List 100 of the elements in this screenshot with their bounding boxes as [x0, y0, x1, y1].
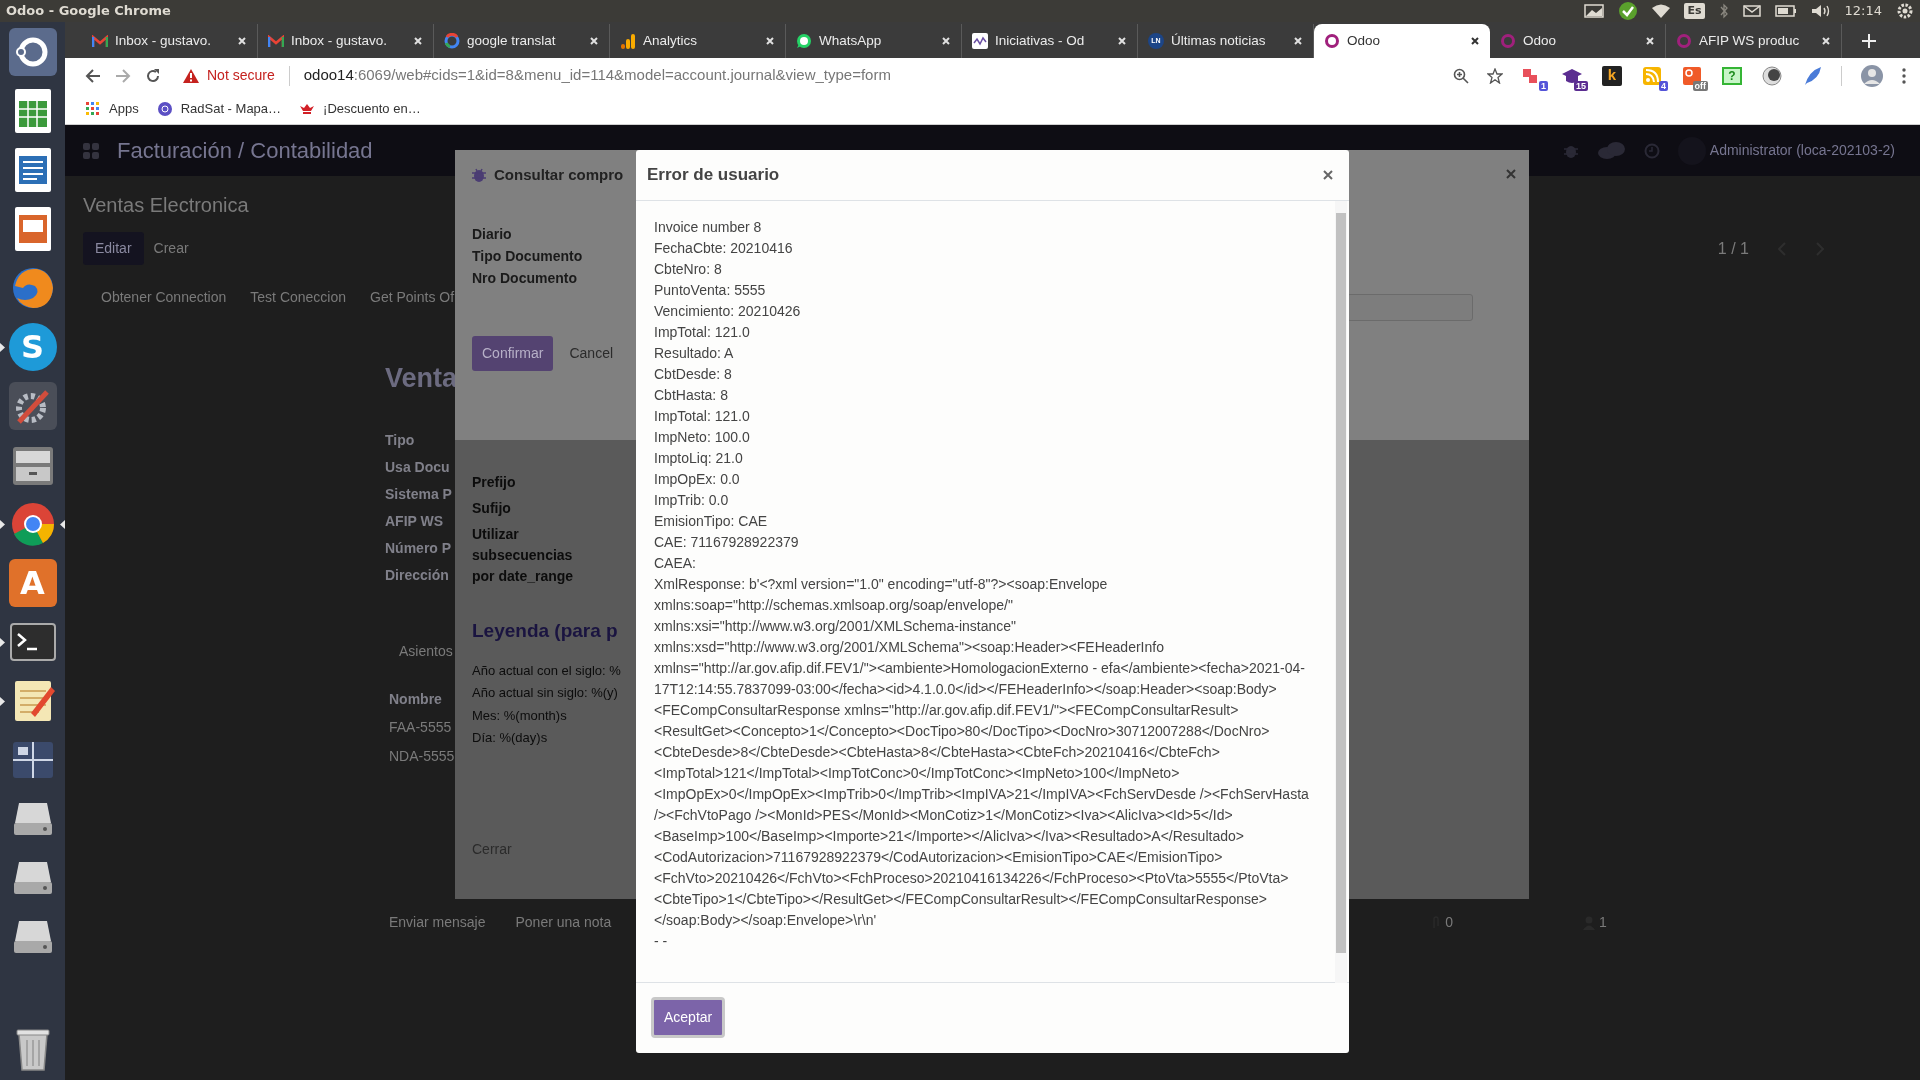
action-button[interactable]: Test Coneccion — [240, 281, 357, 314]
app-logo[interactable]: A — [8, 559, 57, 607]
bookmark-link[interactable]: RadSat - Mapa… — [180, 98, 282, 119]
back-icon[interactable] — [85, 67, 101, 84]
envelope-icon — [268, 35, 284, 47]
message-line: ImpNeto: 100.0 — [654, 428, 751, 447]
window-title: Odoo - Google Chrome — [6, 2, 171, 21]
message-line: CbtHasta: 8 — [654, 386, 729, 405]
bookmark-link[interactable]: ¡Descuento en… — [323, 98, 421, 119]
circle-logo-icon[interactable] — [8, 28, 57, 76]
tab-title: Odoo — [1523, 31, 1558, 50]
close-icon[interactable] — [1322, 169, 1334, 181]
bluetooth-icon[interactable] — [1718, 3, 1729, 19]
app-title[interactable]: Facturación / Contabilidad — [117, 134, 373, 167]
chat-bubble-icon — [796, 33, 812, 49]
bar-chart-icon — [620, 33, 636, 49]
tab-title: google translat — [467, 31, 557, 50]
wifi-icon[interactable] — [1652, 4, 1671, 18]
url-field[interactable]: odoo14:6069/web#cids=1&id=8&menu_id=114&model=account.journal&view_type=form — [303, 64, 891, 87]
log-note-link[interactable]: Poner una nota — [515, 912, 612, 933]
field-label: Utilizar subsecuencias por date_range — [472, 525, 575, 586]
ring-icon — [1324, 33, 1340, 49]
field-label: Dirección — [385, 565, 449, 585]
accept-button[interactable]: Aceptar — [651, 997, 726, 1038]
message-line: PuntoVenta: 5555 — [654, 281, 767, 300]
extension-logo[interactable]: k — [1602, 65, 1622, 86]
message-line: Vencimiento: 20210426 — [654, 302, 802, 321]
create-button[interactable]: Crear — [143, 232, 199, 265]
follower-count[interactable]: 1 — [1599, 912, 1607, 933]
mail-icon[interactable] — [1742, 5, 1761, 17]
gear-icon[interactable] — [1896, 2, 1914, 20]
message-paragraph: XmlResponse: b'<?xml version="1.0" encoding="utf-8"?><soap:Envelope xmlns:soap="http://schemas.xmlsoap.org/soap/envelope/" xmlns:xsi="http://www.w3.org/2001/XMLSchema-instance" xmlns:xsd="http://www.w3.org/2001/XMLSchema"><soap:Header><FEHeaderInfo xmlns="http://ar.gov.afip.dif.FEV1/"><ambiente>HomologacionExterno - efa</ambiente><fecha>2021-04-17T12:14:55.7837099-03:00</fecha><id>4.1.0.0</id></FEHeaderInfo></soap:Header><soap:Body><FECompConsultarResponse xmlns="http://ar.gov.afip.dif.FEV1/"><FECompConsultarResult><ResultGet><Concepto>1</Concepto><DocTipo>80</DocTipo><DocNro>30712007288</DocNro><CbteDesde>8</CbteDesde><CbteHasta>8</CbteHasta><CbteFch>20210416</CbteFch><ImpTotal>121</ImpTotal><ImpTotConc>0</ImpTotConc><ImpNeto>100</ImpNeto><ImpOpEx>0</ImpOpEx><ImpTrib>0</ImpTrib><ImpIVA>21</ImpIVA><FchServDesde /><FchServHasta /><FchVtoPago /><MonId>PES</MonId><MonCotiz>1</MonCotiz><Iva><AlicIva><Id>5</Id><BaseImp>100</BaseImp><Importe>21</Importe></AlicIva></Iva><Resultado>A</Resultado><CodAutorizacion>71167928922379</CodAutorizacion><EmisionTipo>CAE</EmisionTipo><FchVto>20210426</FchVto><FchProceso>20210416134226</FchProceso><PtoVta>5555</PtoVta><CbteTipo>1</CbteTipo></ResultGet></FECompConsultarResult></FECompConsultarResponse></soap:Body></soap:Envelope>\r\n' — [654, 575, 1310, 930]
confirm-button[interactable]: Confirmar — [472, 335, 554, 371]
tools-icon[interactable] — [8, 382, 57, 430]
message-line: CbteNro: 8 — [654, 260, 723, 279]
extension-badge: 4 — [1659, 80, 1668, 91]
form-title: Venta — [385, 362, 458, 395]
tab-title: Analytics — [643, 31, 699, 50]
volume-icon[interactable] — [1810, 4, 1831, 18]
running-indicator-icon — [0, 520, 5, 529]
clock[interactable]: 12:14 — [1844, 1, 1882, 21]
extension-badge: 15 — [1574, 80, 1588, 91]
action-button[interactable]: Obtener Connection — [91, 281, 237, 314]
edit-button[interactable]: Editar — [83, 232, 144, 265]
zoom-icon[interactable] — [1453, 67, 1469, 84]
battery-icon[interactable] — [1774, 5, 1797, 17]
action-button[interactable]: Get Points Of — [360, 281, 465, 314]
dialog-title: Consultar compro — [494, 165, 624, 185]
tab-title: Últimas noticias — [1171, 31, 1267, 50]
legend-text: Mes: %(month)s — [472, 706, 567, 725]
message-line: ImptoLiq: 21.0 — [654, 449, 744, 468]
extension-badge: 1 — [1539, 80, 1548, 91]
wave-icon — [972, 33, 988, 49]
scrollbar[interactable] — [1335, 201, 1347, 983]
extension-icon[interactable] — [1761, 64, 1783, 87]
star-icon[interactable] — [1487, 67, 1503, 84]
message-line: CAEA: — [654, 554, 697, 573]
message-line: ImpTrib: 0.0 — [654, 491, 730, 510]
tab-title: Inbox - gustavo. — [115, 31, 213, 50]
cancel-button[interactable]: Cancel — [561, 335, 622, 371]
new-tab-icon[interactable] — [1862, 34, 1876, 48]
globe-icon[interactable] — [156, 100, 173, 117]
pager: 1 / 1 — [1717, 238, 1749, 259]
avatar-icon[interactable] — [1860, 63, 1884, 88]
keyboard-indicator[interactable]: Es — [1684, 2, 1705, 20]
browser-tab[interactable]: Odoo — [1314, 24, 1490, 58]
table-cell-text: NDA-5555 — [389, 746, 455, 766]
message-line: ImpTotal: 121.0 — [654, 323, 751, 342]
menu-icon[interactable] — [1902, 67, 1906, 84]
apps-grid-icon[interactable] — [85, 100, 101, 117]
screen-icon[interactable] — [1584, 4, 1605, 18]
message-line: Invoice number 8 — [654, 218, 763, 237]
tab-title: AFIP WS produc — [1699, 31, 1801, 50]
app-logo[interactable]: S — [8, 323, 57, 371]
input-field[interactable] — [1347, 294, 1473, 321]
envelope-icon — [92, 35, 108, 47]
attachment-count[interactable]: 0 — [1445, 912, 1454, 933]
user-menu[interactable]: Administrator (loca-202103-2) — [1709, 140, 1895, 161]
tab-title: Iniciativas - Od — [995, 31, 1086, 50]
message-line: ImpOpEx: 0.0 — [654, 470, 741, 489]
launcher-item[interactable]: S — [0, 323, 65, 373]
bookmark-link[interactable]: Apps — [109, 98, 139, 119]
send-message-link[interactable]: Enviar mensaje — [389, 912, 486, 933]
warning-icon[interactable] — [183, 68, 199, 83]
reload-icon[interactable] — [145, 67, 161, 84]
running-indicator-icon — [0, 638, 5, 647]
field-label: Usa Docu — [385, 457, 450, 477]
legend-text: Año actual sin siglo: %(y) — [472, 684, 618, 702]
check-icon[interactable] — [1618, 1, 1639, 21]
field-label: Tipo Documento — [472, 246, 583, 266]
ring-icon — [444, 33, 460, 49]
extension-icon[interactable] — [1641, 64, 1663, 87]
security-warning[interactable]: Not secure — [207, 65, 275, 86]
launcher-item[interactable]: A — [0, 559, 65, 609]
close-icon[interactable] — [1470, 36, 1480, 46]
extension-logo[interactable]: ? — [1722, 66, 1742, 85]
field-label: Prefijo — [472, 473, 516, 492]
breadcrumb[interactable]: Ventas Electronica — [83, 190, 249, 220]
notebook-tab[interactable]: Asientos — [399, 640, 453, 662]
running-indicator-icon — [0, 697, 5, 706]
